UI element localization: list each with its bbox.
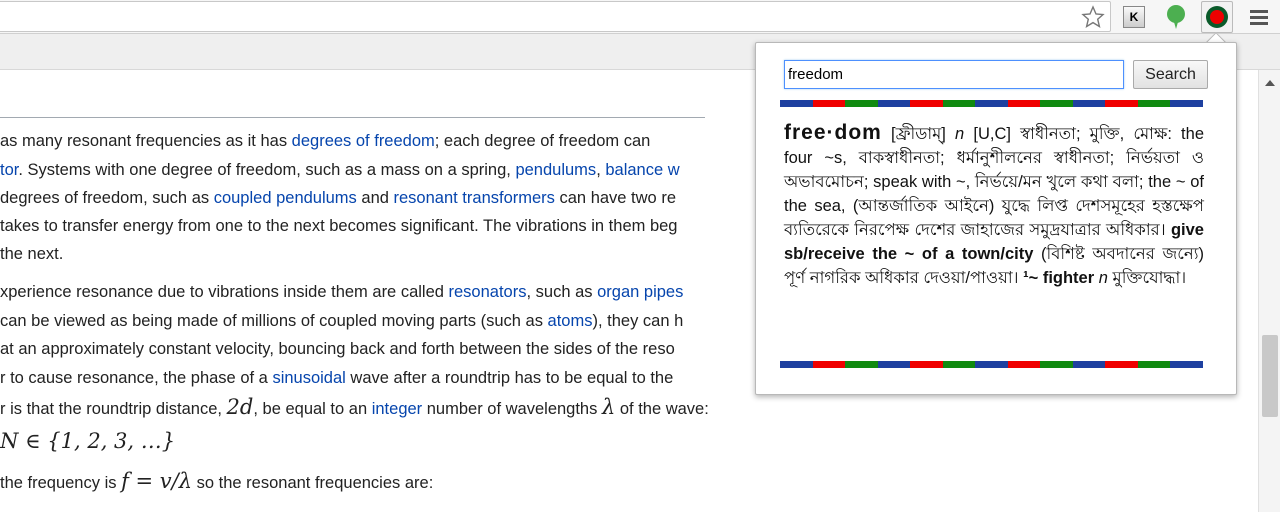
article-line: tor. Systems with one degree of freedom,… xyxy=(0,156,680,185)
stripe-segment xyxy=(975,361,1008,368)
article-text: so the resonant frequencies are: xyxy=(192,474,434,492)
article-line: can be viewed as being made of millions … xyxy=(0,307,683,336)
article-text: and xyxy=(356,189,394,207)
article-text: wave after a roundtrip has to be equal t… xyxy=(345,369,674,387)
color-stripe-top xyxy=(780,100,1203,107)
address-bar[interactable] xyxy=(0,1,1111,32)
menu-icon[interactable] xyxy=(1246,4,1272,30)
star-icon[interactable] xyxy=(1080,4,1106,30)
stripe-segment xyxy=(812,361,846,368)
stripe-segment xyxy=(1170,361,1203,368)
scroll-up-icon[interactable] xyxy=(1265,80,1275,86)
compound-definition: মুক্তিযোদ্ধা। xyxy=(1112,269,1187,287)
stripe-segment xyxy=(1007,361,1041,368)
stripe-segment xyxy=(910,361,943,368)
article-text: can have two re xyxy=(554,189,677,207)
color-stripe-bottom xyxy=(780,361,1203,368)
stripe-segment xyxy=(845,361,878,368)
stripe-segment xyxy=(1040,361,1073,368)
article-link[interactable]: integer xyxy=(372,400,422,418)
article-text: . Systems with one degree of freedom, su… xyxy=(18,161,516,179)
compound: ¹~ fighter xyxy=(1023,269,1095,287)
article-text: the frequency is xyxy=(0,474,122,492)
stripe-segment xyxy=(910,100,943,107)
stripe-segment xyxy=(1007,100,1041,107)
article-link[interactable]: resonant transformers xyxy=(394,189,555,207)
stripe-segment xyxy=(780,361,813,368)
math-expression: λ xyxy=(601,395,616,419)
article-text: number of wavelengths xyxy=(422,400,602,418)
article-text: r is that the roundtrip distance, xyxy=(0,400,227,418)
stripe-segment xyxy=(1170,100,1203,107)
article-text: at an approximately constant velocity, b… xyxy=(0,340,675,358)
dictionary-popup: Search free·dom [ফ্রীডাম্] n [U,C] স্বাধ… xyxy=(755,42,1237,395)
article-line: the next. xyxy=(0,240,63,269)
stripe-segment xyxy=(942,361,976,368)
article-text: ), they can h xyxy=(592,312,684,330)
stripe-segment xyxy=(877,361,911,368)
article-link[interactable]: organ pipes xyxy=(597,283,683,301)
article-line: takes to transfer energy from one to the… xyxy=(0,212,677,241)
math-expression: f = v/λ xyxy=(121,469,193,493)
k-extension-icon[interactable]: K xyxy=(1121,4,1147,30)
article-link[interactable]: pendulums xyxy=(515,161,596,179)
stripe-segment xyxy=(1072,361,1106,368)
green-balloon-icon[interactable] xyxy=(1163,4,1189,30)
stripe-segment xyxy=(1040,100,1073,107)
article-text: of the wave: xyxy=(615,400,709,418)
math-expression: N ∈ {1, 2, 3, …} xyxy=(0,429,176,453)
article-text: xperience resonance due to vibrations in… xyxy=(0,283,449,301)
stripe-segment xyxy=(975,100,1008,107)
compound-pos: n xyxy=(1098,269,1108,287)
article-line: degrees of freedom, such as coupled pend… xyxy=(0,184,676,213)
article-line: r to cause resonance, the phase of a sin… xyxy=(0,364,673,393)
part-of-speech: n xyxy=(955,125,965,143)
article-text: can be viewed as being made of millions … xyxy=(0,312,548,330)
article-line: the frequency is f = v/λ so the resonant… xyxy=(0,467,433,498)
article-line: r is that the roundtrip distance, 2d, be… xyxy=(0,393,709,424)
article-text: , be equal to an xyxy=(253,400,372,418)
red-dot-dictionary-icon[interactable] xyxy=(1201,1,1233,33)
article-line: xperience resonance due to vibrations in… xyxy=(0,278,683,307)
stripe-segment xyxy=(812,100,846,107)
math-expression: 2d xyxy=(226,395,254,419)
stripe-segment xyxy=(877,100,911,107)
stripe-segment xyxy=(1105,361,1138,368)
article-text: , xyxy=(596,161,606,179)
article-link[interactable]: degrees of freedom xyxy=(292,132,435,150)
stripe-segment xyxy=(780,100,813,107)
article-text: as many resonant frequencies as it has xyxy=(0,132,292,150)
search-button[interactable]: Search xyxy=(1133,60,1208,89)
scrollbar[interactable] xyxy=(1258,70,1280,512)
stripe-segment xyxy=(845,100,878,107)
article-line: as many resonant frequencies as it has d… xyxy=(0,127,650,156)
article-link[interactable]: sinusoidal xyxy=(272,369,345,387)
article-link[interactable]: resonators xyxy=(449,283,527,301)
stripe-segment xyxy=(1105,100,1138,107)
article-link[interactable]: atoms xyxy=(548,312,593,330)
section-divider xyxy=(0,117,705,118)
stripe-segment xyxy=(1137,100,1171,107)
article-text: the next. xyxy=(0,245,64,263)
stripe-segment xyxy=(1137,361,1171,368)
article-link[interactable]: tor xyxy=(0,161,18,179)
article-text: , such as xyxy=(526,283,598,301)
article-line: at an approximately constant velocity, b… xyxy=(0,335,675,364)
article-text: r to cause resonance, the phase of a xyxy=(0,369,273,387)
scrollbar-thumb[interactable] xyxy=(1262,335,1278,417)
pronunciation: [ফ্রীডাম্] xyxy=(891,125,946,143)
article-text: degrees of freedom, such as xyxy=(0,189,214,207)
article-text: takes to transfer energy from one to the… xyxy=(0,217,678,235)
article-link[interactable]: coupled pendulums xyxy=(214,189,357,207)
stripe-segment xyxy=(942,100,976,107)
article-link[interactable]: balance w xyxy=(605,161,679,179)
grammar-code: [U,C] xyxy=(973,125,1011,143)
search-input[interactable] xyxy=(784,60,1124,89)
dictionary-entry: free·dom [ফ্রীডাম্] n [U,C] স্বাধীনতা; ম… xyxy=(784,121,1204,290)
article-text: ; each degree of freedom can xyxy=(434,132,651,150)
article-line: N ∈ {1, 2, 3, …} xyxy=(0,427,175,458)
browser-toolbar: K xyxy=(0,0,1280,34)
headword: free·dom xyxy=(784,121,882,144)
stripe-segment xyxy=(1072,100,1106,107)
